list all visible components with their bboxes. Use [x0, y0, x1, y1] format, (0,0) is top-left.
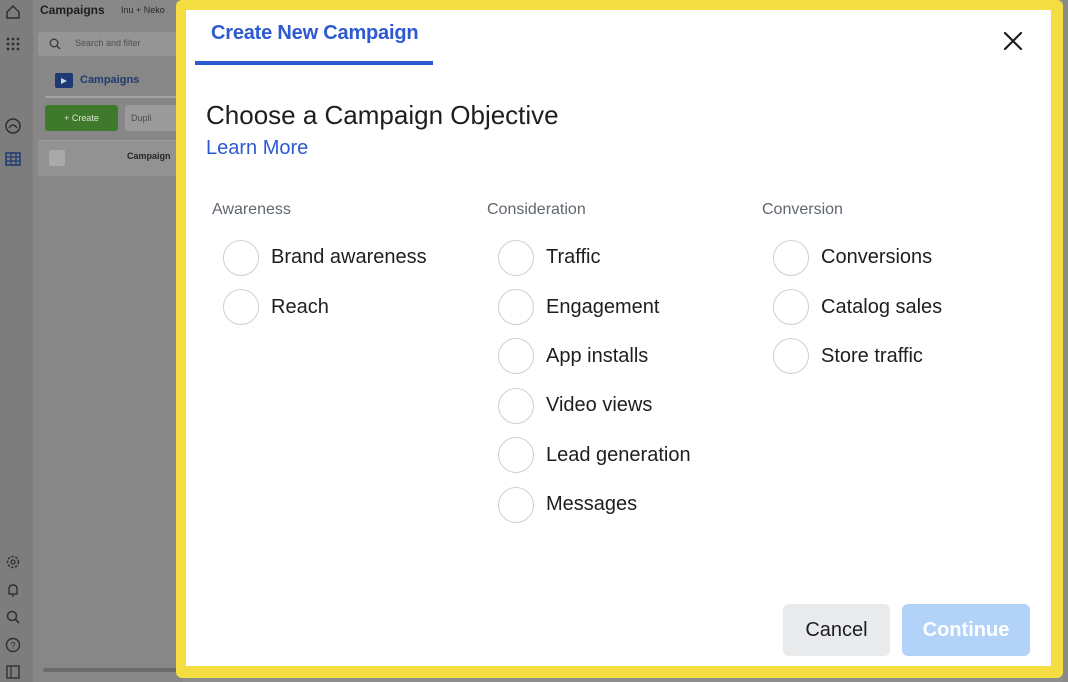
- objective-group-consideration: Consideration Traffic Engagement App ins…: [481, 201, 741, 529]
- objective-group-conversion: Conversion Conversions Catalog sales Sto…: [756, 201, 1016, 381]
- table-icon[interactable]: [4, 150, 22, 168]
- left-nav-rail: ?: [0, 0, 33, 682]
- radio-button[interactable]: [773, 338, 809, 375]
- option-label: App installs: [546, 344, 649, 367]
- close-button[interactable]: [1000, 28, 1026, 54]
- radio-button[interactable]: [498, 387, 534, 424]
- group-title: Consideration: [487, 201, 586, 218]
- objective-option[interactable]: App installs: [481, 332, 741, 381]
- option-label: Engagement: [546, 295, 660, 318]
- ads-manager-background: Campaigns Inu + Neko Search and filter C…: [33, 0, 185, 682]
- radio-button[interactable]: [498, 486, 534, 523]
- column-header-campaign[interactable]: Campaign: [127, 151, 171, 161]
- option-label: Catalog sales: [821, 295, 943, 318]
- folder-icon: [55, 73, 73, 88]
- objective-option[interactable]: Traffic: [481, 233, 741, 282]
- objective-option[interactable]: Messages: [481, 480, 741, 529]
- radio-button[interactable]: [223, 239, 259, 276]
- apps-grid-icon[interactable]: [4, 35, 22, 53]
- radio-button[interactable]: [223, 289, 259, 326]
- account-name[interactable]: Inu + Neko: [121, 5, 165, 15]
- tab-divider: [45, 96, 183, 98]
- option-label: Video views: [546, 394, 653, 417]
- home-icon[interactable]: [4, 3, 22, 21]
- option-label: Reach: [271, 295, 329, 318]
- radio-button[interactable]: [498, 239, 534, 276]
- group-title: Awareness: [212, 201, 291, 218]
- objective-option[interactable]: Brand awareness: [206, 233, 466, 282]
- option-label: Traffic: [546, 246, 601, 269]
- search-input[interactable]: Search and filter: [38, 32, 183, 56]
- radio-button[interactable]: [498, 338, 534, 375]
- objective-option[interactable]: Lead generation: [481, 431, 741, 480]
- radio-button[interactable]: [498, 437, 534, 474]
- background-edge: [1063, 0, 1068, 682]
- svg-text:?: ?: [10, 641, 15, 651]
- search-icon[interactable]: [4, 608, 22, 626]
- group-title: Conversion: [762, 201, 843, 218]
- notifications-icon[interactable]: [4, 581, 22, 599]
- continue-button[interactable]: Continue: [902, 604, 1030, 656]
- panel-toggle-icon[interactable]: [4, 663, 22, 681]
- create-campaign-dialog: Create New Campaign Choose a Campaign Ob…: [186, 10, 1051, 666]
- learn-more-link[interactable]: Learn More: [206, 137, 308, 160]
- objective-heading: Choose a Campaign Objective: [206, 100, 559, 130]
- radio-button[interactable]: [773, 239, 809, 276]
- option-label: Brand awareness: [271, 246, 427, 269]
- select-all-checkbox[interactable]: [49, 150, 65, 166]
- close-icon: [1003, 31, 1023, 51]
- objective-option[interactable]: Engagement: [481, 282, 741, 331]
- cancel-button[interactable]: Cancel: [783, 604, 890, 656]
- objective-option[interactable]: Store traffic: [756, 332, 1016, 381]
- create-button[interactable]: + Create: [45, 105, 118, 131]
- objective-option[interactable]: Video views: [481, 381, 741, 430]
- objective-option[interactable]: Conversions: [756, 233, 1016, 282]
- option-label: Conversions: [821, 246, 933, 269]
- option-label: Lead generation: [546, 443, 691, 466]
- search-icon: [49, 38, 61, 50]
- radio-button[interactable]: [498, 289, 534, 326]
- radio-button[interactable]: [773, 289, 809, 326]
- settings-icon[interactable]: [4, 553, 22, 571]
- objective-group-awareness: Awareness Brand awareness Reach: [206, 201, 466, 332]
- option-label: Messages: [546, 493, 638, 516]
- page-title: Campaigns: [40, 3, 105, 17]
- active-tab-underline: [195, 61, 433, 65]
- help-icon[interactable]: ?: [4, 636, 22, 654]
- dialog-title-tab[interactable]: Create New Campaign: [211, 22, 419, 45]
- objective-option[interactable]: Reach: [206, 282, 466, 331]
- option-label: Store traffic: [821, 344, 923, 367]
- search-placeholder: Search and filter: [75, 38, 141, 48]
- objective-option[interactable]: Catalog sales: [756, 282, 1016, 331]
- horizontal-scrollbar[interactable]: [43, 668, 183, 672]
- tab-campaigns[interactable]: Campaigns: [80, 74, 139, 86]
- dashboard-icon[interactable]: [4, 117, 22, 135]
